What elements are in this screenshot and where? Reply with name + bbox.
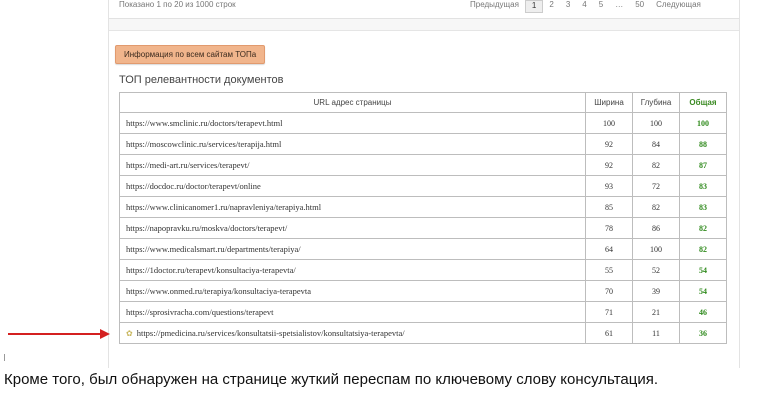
pagination-page-2[interactable]: 2 — [543, 0, 559, 11]
header-url: URL адрес страницы — [119, 92, 586, 113]
pagination-page-5[interactable]: 5 — [593, 0, 609, 11]
row-total: 100 — [679, 112, 727, 134]
row-depth: 11 — [632, 322, 680, 344]
row-total: 54 — [679, 259, 727, 281]
pagination-info: Показано 1 по 20 из 1000 строк — [119, 0, 236, 9]
header-depth: Глубина — [632, 92, 680, 113]
row-width: 55 — [585, 259, 633, 281]
row-width: 92 — [585, 154, 633, 176]
header-total: Общая — [679, 92, 727, 113]
row-total: 87 — [679, 154, 727, 176]
table-row: https://www.clinicanomer1.ru/napravleniy… — [119, 196, 727, 218]
row-width: 100 — [585, 112, 633, 134]
row-depth: 52 — [632, 259, 680, 281]
row-url[interactable]: https://docdoc.ru/doctor/terapevt/online — [119, 175, 586, 197]
relevance-section: Информация по всем сайтам ТОПа ТОП релев… — [109, 30, 739, 369]
pagination-prev[interactable]: Предыдущая — [464, 0, 525, 11]
row-total: 82 — [679, 238, 727, 260]
all-sites-info-button[interactable]: Информация по всем сайтам ТОПа — [115, 45, 266, 64]
highlight-marker-icon: ✿ — [126, 329, 133, 338]
pagination-page-1[interactable]: 1 — [524, 0, 544, 13]
table-row: https://1doctor.ru/terapevt/konsultaciya… — [119, 259, 727, 281]
row-depth: 39 — [632, 280, 680, 302]
row-depth: 100 — [632, 112, 680, 134]
row-width: 92 — [585, 133, 633, 155]
report-panel: Показано 1 по 20 из 1000 строк Предыдуща… — [108, 0, 740, 369]
relevance-table: URL адрес страницы Ширина Глубина Общая … — [119, 92, 727, 344]
pagination-next[interactable]: Следующая — [650, 0, 707, 11]
row-total: 83 — [679, 196, 727, 218]
table-row: https://www.medicalsmart.ru/departments/… — [119, 238, 727, 260]
row-width: 70 — [585, 280, 633, 302]
row-width: 93 — [585, 175, 633, 197]
row-width: 71 — [585, 301, 633, 323]
red-arrow-icon — [8, 329, 110, 339]
table-row: https://docdoc.ru/doctor/terapevt/online… — [119, 175, 727, 197]
table-row: https://moscowclinic.ru/services/terapij… — [119, 133, 727, 155]
pagination-ellipsis: … — [615, 0, 624, 9]
row-url[interactable]: https://www.smclinic.ru/doctors/terapevt… — [119, 112, 586, 134]
pagination-page-4[interactable]: 4 — [576, 0, 592, 11]
header-width: Ширина — [585, 92, 633, 113]
row-total: 88 — [679, 133, 727, 155]
row-url[interactable]: https://www.clinicanomer1.ru/napravleniy… — [119, 196, 586, 218]
row-depth: 100 — [632, 238, 680, 260]
divider-mark — [4, 354, 5, 361]
row-url-link[interactable]: https://sprosivracha.com/questions/terap… — [126, 307, 274, 317]
row-url[interactable]: ✿ https://pmedicina.ru/services/konsultat… — [119, 322, 586, 344]
row-depth: 82 — [632, 196, 680, 218]
table-row: https://napopravku.ru/moskva/doctors/ter… — [119, 217, 727, 239]
table-row: https://www.smclinic.ru/doctors/terapevt… — [119, 112, 727, 134]
row-url[interactable]: https://sprosivracha.com/questions/terap… — [119, 301, 586, 323]
row-url-link[interactable]: https://www.smclinic.ru/doctors/terapevt… — [126, 118, 282, 128]
row-url-link[interactable]: https://moscowclinic.ru/services/terapij… — [126, 139, 281, 149]
row-depth: 84 — [632, 133, 680, 155]
row-url[interactable]: https://moscowclinic.ru/services/terapij… — [119, 133, 586, 155]
row-total: 36 — [679, 322, 727, 344]
row-width: 85 — [585, 196, 633, 218]
row-depth: 72 — [632, 175, 680, 197]
row-url[interactable]: https://www.onmed.ru/terapiya/konsultaci… — [119, 280, 586, 302]
row-depth: 82 — [632, 154, 680, 176]
article-caption: Кроме того, был обнаружен на странице жу… — [4, 371, 659, 388]
section-title: ТОП релевантности документов — [119, 74, 284, 86]
row-url-link[interactable]: https://www.onmed.ru/terapiya/konsultaci… — [126, 286, 311, 296]
table-row: ✿ https://pmedicina.ru/services/konsultat… — [119, 322, 727, 344]
row-url-link[interactable]: https://napopravku.ru/moskva/doctors/ter… — [126, 223, 287, 233]
row-url-link[interactable]: https://www.clinicanomer1.ru/napravleniy… — [126, 202, 321, 212]
row-url[interactable]: https://www.medicalsmart.ru/departments/… — [119, 238, 586, 260]
table-body: https://www.smclinic.ru/doctors/terapevt… — [119, 112, 727, 344]
table-row: https://www.onmed.ru/terapiya/konsultaci… — [119, 280, 727, 302]
pagination-bar: Показано 1 по 20 из 1000 строк Предыдуща… — [109, 0, 739, 19]
pagination: Предыдущая 1 2 3 4 5 … 50 Следующая — [464, 0, 707, 13]
row-url[interactable]: https://1doctor.ru/terapevt/konsultaciya… — [119, 259, 586, 281]
row-width: 78 — [585, 217, 633, 239]
pagination-page-last[interactable]: 50 — [629, 0, 650, 11]
row-width: 61 — [585, 322, 633, 344]
row-total: 54 — [679, 280, 727, 302]
row-width: 64 — [585, 238, 633, 260]
row-url[interactable]: https://medi-art.ru/services/terapevt/ — [119, 154, 586, 176]
row-depth: 21 — [632, 301, 680, 323]
row-url-link[interactable]: https://pmedicina.ru/services/konsultats… — [137, 328, 405, 338]
table-row: https://sprosivracha.com/questions/terap… — [119, 301, 727, 323]
row-url[interactable]: https://napopravku.ru/moskva/doctors/ter… — [119, 217, 586, 239]
row-url-link[interactable]: https://medi-art.ru/services/terapevt/ — [126, 160, 249, 170]
table-row: https://medi-art.ru/services/terapevt/92… — [119, 154, 727, 176]
table-header-row: URL адрес страницы Ширина Глубина Общая — [119, 92, 727, 113]
row-total: 46 — [679, 301, 727, 323]
row-url-link[interactable]: https://docdoc.ru/doctor/terapevt/online — [126, 181, 261, 191]
row-url-link[interactable]: https://www.medicalsmart.ru/departments/… — [126, 244, 301, 254]
row-url-link[interactable]: https://1doctor.ru/terapevt/konsultaciya… — [126, 265, 296, 275]
row-total: 82 — [679, 217, 727, 239]
row-total: 83 — [679, 175, 727, 197]
row-depth: 86 — [632, 217, 680, 239]
pagination-page-3[interactable]: 3 — [560, 0, 576, 11]
